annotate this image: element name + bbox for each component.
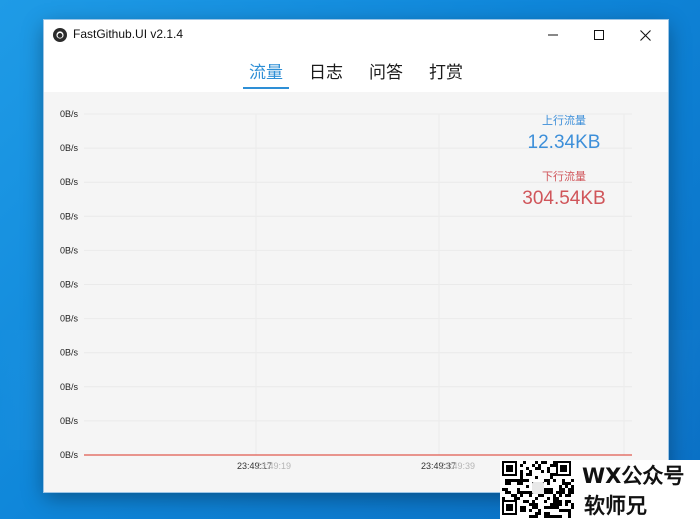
title-bar[interactable]: FastGithub.UI v2.1.4 [44, 20, 668, 50]
tab-faq[interactable]: 问答 [365, 50, 407, 90]
y-tick-label: 0B/s [60, 211, 79, 221]
watermark-line1: WX公众号 [582, 464, 685, 488]
y-tick-label: 0B/s [60, 314, 79, 324]
qr-code-icon [502, 461, 574, 518]
close-button[interactable] [622, 20, 668, 50]
maximize-icon [594, 30, 604, 40]
y-tick-label: 0B/s [60, 177, 79, 187]
y-tick-label: 0B/s [60, 280, 79, 290]
y-tick-label: 0B/s [60, 382, 79, 392]
tab-donate[interactable]: 打赏 [425, 50, 467, 90]
tab-traffic[interactable]: 流量 [243, 50, 289, 90]
y-tick-label: 0B/s [60, 245, 79, 255]
download-value: 304.54KB [522, 188, 606, 209]
window-title: FastGithub.UI v2.1.4 [73, 27, 184, 41]
maximize-button[interactable] [576, 20, 622, 50]
tab-logs[interactable]: 日志 [305, 50, 347, 90]
minimize-button[interactable] [530, 20, 576, 50]
upload-label: 上行流量 [542, 114, 586, 127]
app-window: FastGithub.UI v2.1.4 流量 日志 问答 打赏 0B/s 0B/… [44, 20, 668, 492]
minimize-icon [548, 34, 558, 36]
download-label: 下行流量 [542, 170, 586, 183]
close-icon [639, 29, 651, 41]
watermark: WX公众号 软师兄 [500, 460, 700, 519]
watermark-line2: 软师兄 [584, 494, 647, 518]
app-logo-icon [53, 28, 67, 42]
tab-bar: 流量 日志 问答 打赏 [44, 50, 668, 92]
upload-value: 12.34KB [527, 132, 601, 153]
x-tick-label: 23:49:39 [440, 461, 475, 471]
y-tick-label: 0B/s [60, 109, 79, 119]
y-tick-label: 0B/s [60, 450, 79, 460]
y-tick-label: 0B/s [60, 348, 79, 358]
traffic-chart-panel: 0B/s 0B/s 0B/s 0B/s 0B/s 0B/s 0B/s 0B/s 0B/s 0B/s… [44, 92, 668, 492]
x-tick-label: 23:49:19 [256, 461, 291, 471]
y-tick-label: 0B/s [60, 143, 79, 153]
y-tick-label: 0B/s [60, 416, 79, 426]
